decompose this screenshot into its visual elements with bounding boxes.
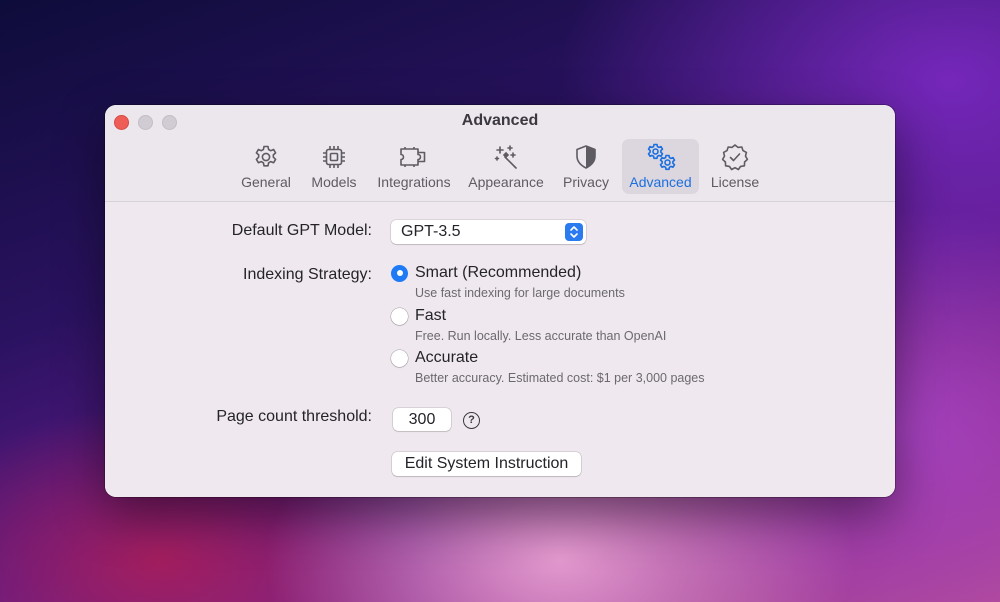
tab-appearance-label: Appearance <box>468 174 544 190</box>
radio-option-fast[interactable]: Fast <box>391 307 446 325</box>
magic-wand-icon <box>492 142 520 172</box>
radio-button-accurate[interactable] <box>391 349 408 367</box>
tab-advanced[interactable]: Advanced <box>622 139 699 194</box>
page-count-threshold-label: Page count threshold: <box>216 408 372 425</box>
radio-label-smart: Smart (Recommended) <box>415 264 582 281</box>
tab-general-label: General <box>241 174 291 190</box>
settings-window: Advanced General Models Integrations App… <box>105 105 895 497</box>
radio-label-fast: Fast <box>415 307 447 324</box>
gear-icon <box>253 142 279 172</box>
select-stepper-icon <box>565 223 583 241</box>
tab-general[interactable]: General <box>236 139 296 194</box>
radio-desc-smart: Use fast indexing for large documents <box>415 286 625 300</box>
default-model-label: Default GPT Model: <box>231 222 372 239</box>
chip-icon <box>321 142 347 172</box>
radio-desc-fast: Free. Run locally. Less accurate than Op… <box>415 329 667 343</box>
radio-option-accurate[interactable]: Accurate <box>391 349 478 367</box>
window-title: Advanced <box>461 112 539 129</box>
radio-label-accurate: Accurate <box>415 349 479 366</box>
title-bar: Advanced General Models Integrations App… <box>105 105 895 202</box>
default-model-select[interactable]: GPT-3.5 <box>391 220 586 244</box>
gears-icon <box>645 142 677 172</box>
tab-privacy[interactable]: Privacy <box>558 139 614 194</box>
radio-button-fast[interactable] <box>391 307 408 325</box>
tab-privacy-label: Privacy <box>563 174 609 190</box>
seal-check-icon <box>721 142 749 172</box>
tab-models[interactable]: Models <box>306 139 362 194</box>
tab-integrations-label: Integrations <box>377 174 451 190</box>
default-model-value: GPT-3.5 <box>401 223 461 240</box>
tab-appearance[interactable]: Appearance <box>465 139 547 194</box>
edit-system-instruction-button[interactable]: Edit System Instruction <box>392 452 581 476</box>
tab-license-label: License <box>710 174 760 190</box>
page-count-threshold-field[interactable]: 300 <box>393 408 451 431</box>
radio-option-smart[interactable]: Smart (Recommended) <box>391 264 581 282</box>
radio-button-smart[interactable] <box>391 264 408 282</box>
tab-license[interactable]: License <box>705 139 765 194</box>
tab-advanced-label: Advanced <box>629 174 692 190</box>
shield-icon <box>574 142 598 172</box>
tab-models-label: Models <box>311 174 357 190</box>
plugin-icon <box>398 142 430 172</box>
indexing-strategy-label: Indexing Strategy: <box>243 266 372 283</box>
advanced-settings-panel: Default GPT Model: GPT-3.5 Indexing Stra… <box>105 202 895 497</box>
radio-desc-accurate: Better accuracy. Estimated cost: $1 per … <box>415 371 705 385</box>
tab-integrations[interactable]: Integrations <box>373 139 455 194</box>
help-icon[interactable]: ? <box>463 412 480 429</box>
preferences-toolbar: General Models Integrations Appearance P… <box>105 139 895 195</box>
